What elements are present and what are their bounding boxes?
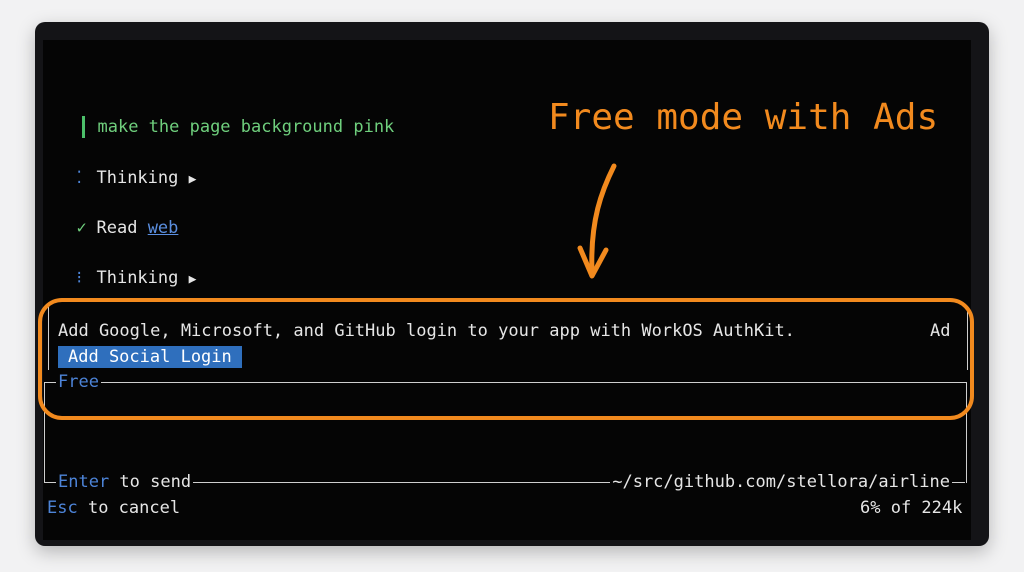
thinking-label: Thinking	[96, 268, 179, 288]
enter-hint-text: to send	[109, 472, 192, 492]
enter-hint: Enter to send	[56, 472, 194, 492]
user-message: make the page background pink	[62, 94, 394, 138]
thinking-row-2[interactable]: ⁝ Thinking ▶	[56, 245, 196, 291]
user-message-bar	[82, 116, 86, 138]
check-icon: ✓	[76, 218, 87, 238]
context-usage: 6% of 224k	[860, 498, 963, 518]
esc-hint-text: to cancel	[77, 498, 181, 518]
working-directory: ~/src/github.com/stellora/airline	[610, 472, 952, 492]
esc-key: Esc	[47, 498, 78, 518]
thinking-row-1[interactable]: ⁚ Thinking ▶	[56, 145, 196, 191]
thinking-label: Thinking	[96, 168, 179, 188]
read-row: ✓ Read web	[56, 195, 178, 239]
user-message-text: make the page background pink	[97, 117, 395, 137]
highlight-outline	[38, 298, 974, 420]
annotation-title: Free mode with Ads	[548, 97, 939, 138]
read-web-link[interactable]: web	[148, 218, 179, 238]
spinner-icon: ⁝	[76, 268, 82, 288]
annotation-arrow-icon	[577, 163, 617, 279]
esc-hint: Esc to cancel	[47, 497, 180, 519]
enter-key: Enter	[58, 472, 110, 492]
expand-arrow-icon[interactable]: ▶	[189, 272, 197, 287]
expand-arrow-icon[interactable]: ▶	[189, 172, 197, 187]
spinner-icon: ⁚	[76, 168, 82, 188]
read-label: Read	[96, 218, 138, 238]
